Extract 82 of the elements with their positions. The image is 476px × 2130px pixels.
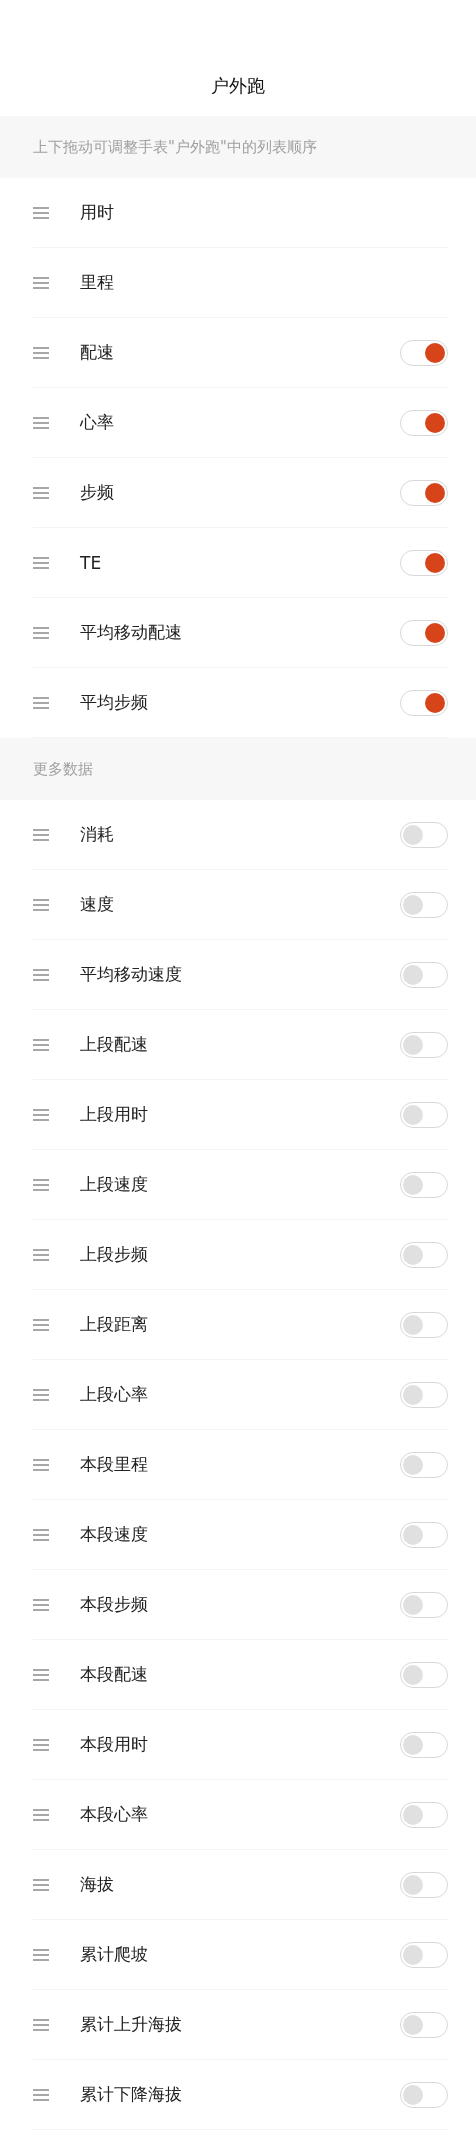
- toggle-switch[interactable]: [400, 2081, 448, 2108]
- drag-handle-icon[interactable]: [33, 1668, 49, 1681]
- drag-handle-icon[interactable]: [33, 828, 49, 841]
- toggle-switch[interactable]: [400, 821, 448, 848]
- toggle-switch[interactable]: [400, 479, 448, 506]
- drag-handle-icon[interactable]: [33, 696, 49, 709]
- drag-handle-icon[interactable]: [33, 1878, 49, 1891]
- drag-handle-icon[interactable]: [33, 626, 49, 639]
- item-label: 本段配速: [80, 1663, 149, 1686]
- drag-handle-icon[interactable]: [33, 968, 49, 981]
- item-label: 用时: [80, 201, 115, 224]
- toggle-switch[interactable]: [400, 1241, 448, 1268]
- toggle-switch[interactable]: [400, 689, 448, 716]
- drag-handle-icon[interactable]: [33, 1038, 49, 1051]
- item-label: 上段配速: [80, 1033, 149, 1056]
- drag-handle-icon[interactable]: [33, 1598, 49, 1611]
- drag-handle-icon[interactable]: [33, 416, 49, 429]
- drag-handle-icon[interactable]: [33, 1318, 49, 1331]
- toggle-switch[interactable]: [400, 1101, 448, 1128]
- toggle-switch[interactable]: [400, 619, 448, 646]
- toggle-switch[interactable]: [400, 1801, 448, 1828]
- item-label: 平均移动速度: [80, 963, 183, 986]
- drag-handle-icon[interactable]: [33, 1108, 49, 1121]
- toggle-switch[interactable]: [400, 2011, 448, 2038]
- toggle-switch[interactable]: [400, 1521, 448, 1548]
- toggle-switch[interactable]: [400, 1171, 448, 1198]
- item-label: 心率: [80, 411, 115, 434]
- drag-handle-icon[interactable]: [33, 898, 49, 911]
- drag-handle-icon[interactable]: [33, 1248, 49, 1261]
- drag-handle-icon[interactable]: [33, 1178, 49, 1191]
- toggle-switch[interactable]: [400, 549, 448, 576]
- item-label: 平均移动配速: [80, 621, 183, 644]
- drag-handle-icon[interactable]: [33, 2088, 49, 2101]
- section-header-text: 上下拖动可调整手表"户外跑"中的列表顺序: [33, 137, 317, 157]
- item-label: 配速: [80, 341, 115, 364]
- drag-handle-icon[interactable]: [33, 346, 49, 359]
- toggle-switch[interactable]: [400, 1451, 448, 1478]
- item-label: 步频: [80, 481, 115, 504]
- toggle-switch[interactable]: [400, 1591, 448, 1618]
- item-label: TE: [80, 552, 103, 573]
- toggle-switch[interactable]: [400, 1311, 448, 1338]
- drag-handle-icon[interactable]: [33, 2018, 49, 2031]
- toggle-switch[interactable]: [400, 1031, 448, 1058]
- item-label: 海拔: [80, 1873, 115, 1896]
- page-title: 户外跑: [211, 74, 265, 98]
- toggle-switch[interactable]: [400, 1731, 448, 1758]
- item-label: 累计爬坡: [80, 1943, 149, 1966]
- item-label: 本段步频: [80, 1593, 149, 1616]
- item-label: 上段步频: [80, 1243, 149, 1266]
- item-label: 累计上升海拔: [80, 2013, 183, 2036]
- drag-handle-icon[interactable]: [33, 276, 49, 289]
- toggle-switch[interactable]: [400, 1661, 448, 1688]
- item-label: 消耗: [80, 823, 115, 846]
- toggle-switch[interactable]: [400, 1871, 448, 1898]
- section-header-text: 更多数据: [33, 759, 93, 779]
- toggle-switch[interactable]: [400, 409, 448, 436]
- drag-handle-icon[interactable]: [33, 1738, 49, 1751]
- item-label: 本段心率: [80, 1803, 149, 1826]
- item-label: 累计下降海拔: [80, 2083, 183, 2106]
- item-label: 里程: [80, 271, 115, 294]
- toggle-switch[interactable]: [400, 1941, 448, 1968]
- toggle-switch[interactable]: [400, 961, 448, 988]
- item-label: 本段里程: [80, 1453, 149, 1476]
- item-label: 平均步频: [80, 691, 149, 714]
- drag-handle-icon[interactable]: [33, 1808, 49, 1821]
- item-label: 速度: [80, 893, 115, 916]
- item-label: 上段用时: [80, 1103, 149, 1126]
- drag-handle-icon[interactable]: [33, 1458, 49, 1471]
- drag-handle-icon[interactable]: [33, 556, 49, 569]
- drag-handle-icon[interactable]: [33, 1948, 49, 1961]
- item-label: 本段用时: [80, 1733, 149, 1756]
- item-label: 上段距离: [80, 1313, 149, 1336]
- drag-handle-icon[interactable]: [33, 1528, 49, 1541]
- toggle-switch[interactable]: [400, 339, 448, 366]
- drag-handle-icon[interactable]: [33, 486, 49, 499]
- toggle-switch[interactable]: [400, 891, 448, 918]
- toggle-switch[interactable]: [400, 1381, 448, 1408]
- drag-handle-icon[interactable]: [33, 206, 49, 219]
- drag-handle-icon[interactable]: [33, 1388, 49, 1401]
- item-label: 本段速度: [80, 1523, 149, 1546]
- item-label: 上段速度: [80, 1173, 149, 1196]
- item-label: 上段心率: [80, 1383, 149, 1406]
